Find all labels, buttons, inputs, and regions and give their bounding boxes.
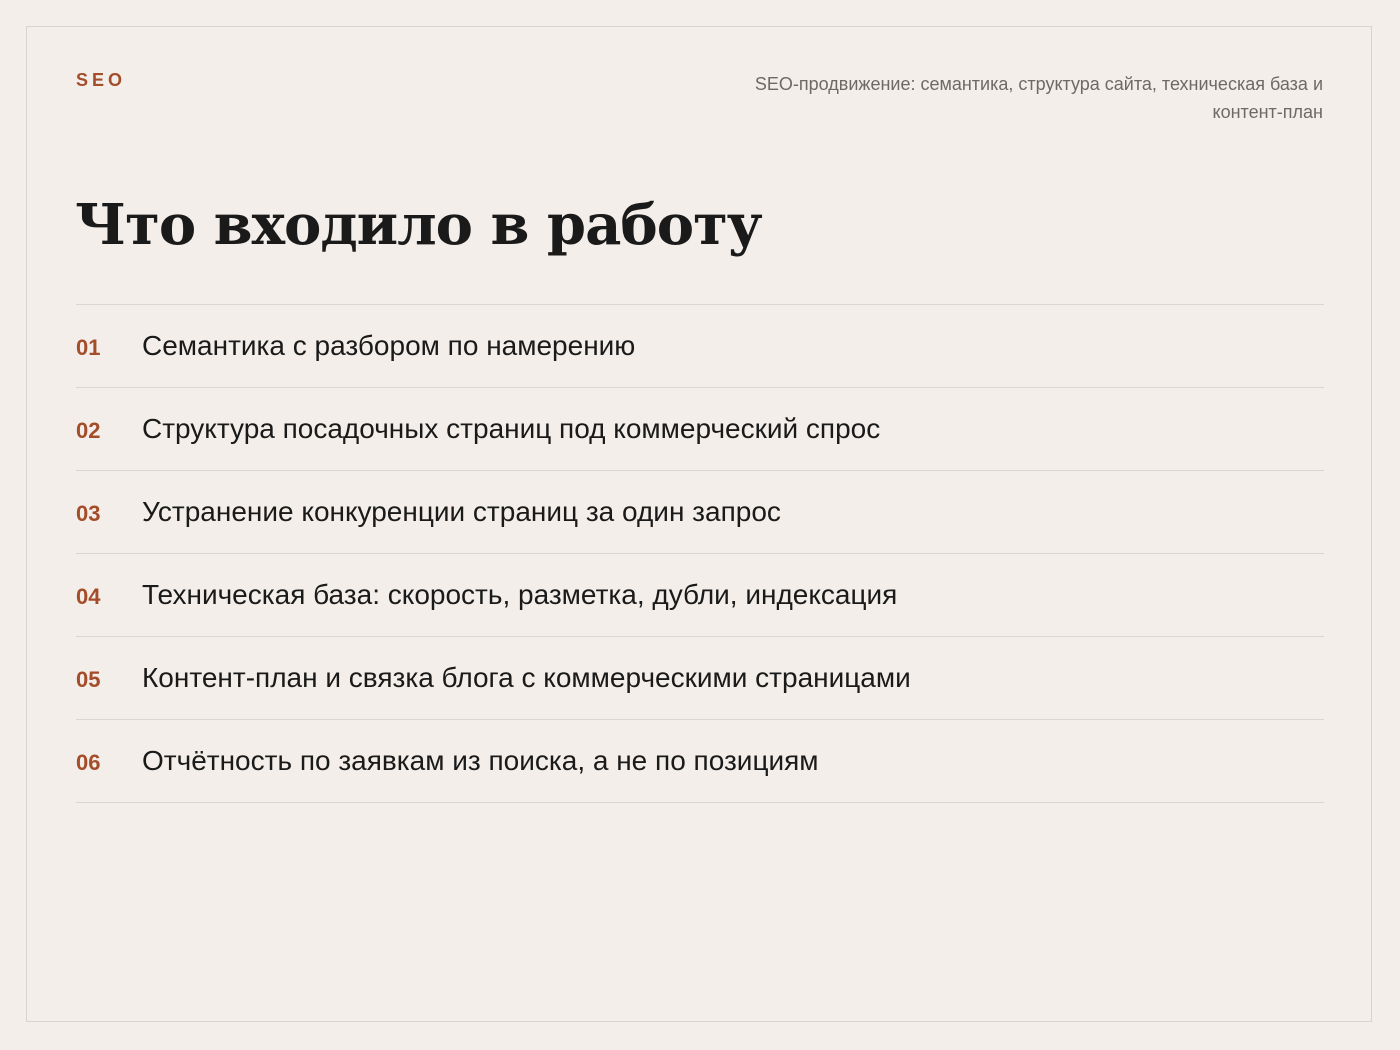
item-text: Отчётность по заявкам из поиска, а не по… bbox=[142, 745, 819, 776]
brand-label: SEO bbox=[76, 70, 127, 90]
item-number: 06 bbox=[76, 750, 101, 775]
header-subtitle: SEO-продвижение: семантика, структура са… bbox=[754, 74, 1323, 122]
item-text: Семантика с разбором по намерению bbox=[142, 330, 636, 361]
page-title: Что входило в работу bbox=[75, 192, 763, 258]
item-text: Техническая база: скорость, разметка, ду… bbox=[142, 579, 898, 610]
item-number: 04 bbox=[76, 584, 101, 609]
item-number: 05 bbox=[76, 667, 101, 692]
list-item: 04 Техническая база: скорость, разметка,… bbox=[76, 554, 1324, 637]
slide-frame: SEO SEO-продвижение: семантика, структур… bbox=[26, 26, 1372, 1022]
item-number: 01 bbox=[76, 335, 101, 360]
list-item: 02 Структура посадочных страниц под комм… bbox=[76, 388, 1324, 471]
list-item: 03 Устранение конкуренции страниц за оди… bbox=[76, 471, 1324, 554]
list-item: 01 Семантика с разбором по намерению bbox=[76, 305, 1324, 388]
item-text: Устранение конкуренции страниц за один з… bbox=[142, 496, 781, 527]
list-item: 06 Отчётность по заявкам из поиска, а не… bbox=[76, 720, 1324, 803]
item-number: 02 bbox=[76, 418, 101, 443]
item-text: Контент-план и связка блога с коммерческ… bbox=[142, 662, 911, 693]
item-text: Структура посадочных страниц под коммерч… bbox=[142, 413, 881, 444]
item-number: 03 bbox=[76, 501, 101, 526]
list-item: 05 Контент-план и связка блога с коммерч… bbox=[76, 637, 1324, 720]
work-list: 01 Семантика с разбором по намерению 02 … bbox=[76, 304, 1324, 803]
